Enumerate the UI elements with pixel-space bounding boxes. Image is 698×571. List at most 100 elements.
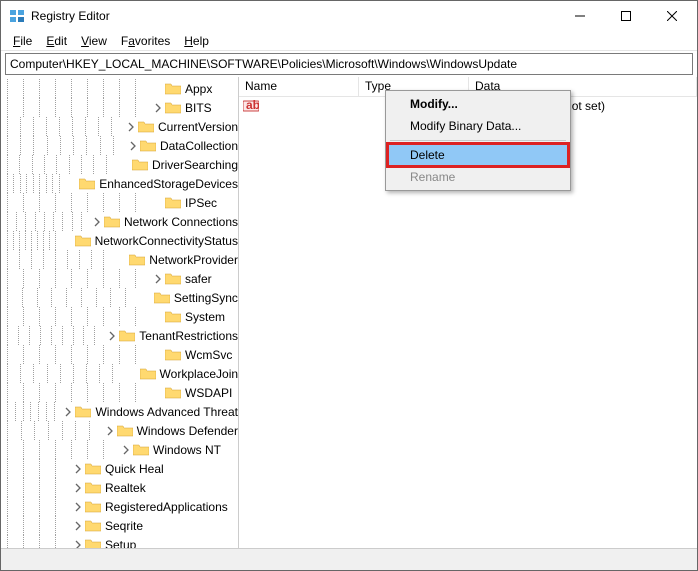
- tree-label: EnhancedStorageDevices: [99, 177, 238, 191]
- chevron-right-icon[interactable]: [119, 443, 133, 457]
- expander-empty: [151, 196, 165, 210]
- chevron-right-icon[interactable]: [71, 538, 85, 549]
- tree-item[interactable]: TenantRestrictions: [1, 326, 238, 345]
- cm-rename[interactable]: Rename: [388, 166, 568, 188]
- tree-pane[interactable]: AppxBITSCurrentVersionDataCollection Driv…: [1, 77, 239, 548]
- close-button[interactable]: [649, 1, 695, 31]
- tree-label: Windows NT: [153, 443, 221, 457]
- folder-icon: [129, 253, 145, 267]
- menu-help[interactable]: Help: [178, 33, 215, 49]
- folder-icon: [85, 519, 101, 533]
- folder-icon: [117, 424, 133, 438]
- expander-empty: [65, 177, 79, 191]
- menu-file[interactable]: File: [7, 33, 38, 49]
- expander-empty: [118, 158, 132, 172]
- tree-item[interactable]: CurrentVersion: [1, 117, 238, 136]
- tree-item[interactable]: Windows NT: [1, 440, 238, 459]
- tree-item[interactable]: DataCollection: [1, 136, 238, 155]
- tree-item[interactable]: EnhancedStorageDevices: [1, 174, 238, 193]
- col-name[interactable]: Name: [239, 77, 359, 96]
- tree-item[interactable]: Realtek: [1, 478, 238, 497]
- address-bar[interactable]: Computer\HKEY_LOCAL_MACHINE\SOFTWARE\Pol…: [5, 53, 693, 75]
- minimize-button[interactable]: [557, 1, 603, 31]
- folder-icon: [85, 500, 101, 514]
- menu-favorites[interactable]: Favorites: [115, 33, 176, 49]
- tree-item[interactable]: Windows Advanced Threat: [1, 402, 238, 421]
- tree-item[interactable]: WSDAPI: [1, 383, 238, 402]
- folder-icon: [132, 158, 148, 172]
- chevron-right-icon[interactable]: [90, 215, 104, 229]
- tree-item[interactable]: Seqrite: [1, 516, 238, 535]
- tree-item[interactable]: Network Connections: [1, 212, 238, 231]
- cm-delete[interactable]: Delete: [388, 144, 568, 166]
- tree-item[interactable]: RegisteredApplications: [1, 497, 238, 516]
- chevron-right-icon[interactable]: [105, 329, 119, 343]
- tree-label: Windows Advanced Threat: [95, 405, 238, 419]
- chevron-right-icon[interactable]: [71, 519, 85, 533]
- folder-icon: [165, 101, 181, 115]
- folder-icon: [119, 329, 135, 343]
- chevron-right-icon[interactable]: [71, 500, 85, 514]
- tree-item[interactable]: NetworkConnectivityStatus: [1, 231, 238, 250]
- folder-icon: [165, 196, 181, 210]
- expander-empty: [126, 367, 140, 381]
- folder-icon: [165, 310, 181, 324]
- folder-icon: [165, 348, 181, 362]
- expander-empty: [151, 348, 165, 362]
- tree-label: WorkplaceJoin: [160, 367, 238, 381]
- tree-item[interactable]: BITS: [1, 98, 238, 117]
- tree-item[interactable]: WorkplaceJoin: [1, 364, 238, 383]
- expander-empty: [151, 386, 165, 400]
- cm-modify-binary[interactable]: Modify Binary Data...: [388, 115, 568, 137]
- tree-item[interactable]: Appx: [1, 79, 238, 98]
- cm-modify[interactable]: Modify...: [388, 93, 568, 115]
- tree-label: SettingSync: [174, 291, 238, 305]
- tree-label: Realtek: [105, 481, 146, 495]
- menubar: File Edit View Favorites Help: [1, 31, 697, 51]
- window-title: Registry Editor: [31, 9, 557, 23]
- chevron-right-icon[interactable]: [151, 101, 165, 115]
- tree-label: Quick Heal: [105, 462, 164, 476]
- titlebar[interactable]: Registry Editor: [1, 1, 697, 31]
- tree-item[interactable]: Quick Heal: [1, 459, 238, 478]
- tree-label: WcmSvc: [185, 348, 232, 362]
- tree-item[interactable]: WcmSvc: [1, 345, 238, 364]
- folder-icon: [154, 291, 170, 305]
- folder-icon: [104, 215, 120, 229]
- status-bar: [1, 548, 697, 570]
- chevron-right-icon[interactable]: [126, 139, 140, 153]
- folder-icon: [138, 120, 154, 134]
- tree-item[interactable]: Setup: [1, 535, 238, 548]
- tree-label: DriverSearching: [152, 158, 238, 172]
- tree-label: Setup: [105, 538, 136, 549]
- chevron-right-icon[interactable]: [103, 424, 117, 438]
- tree-item[interactable]: safer: [1, 269, 238, 288]
- expander-empty: [140, 291, 154, 305]
- folder-icon: [165, 82, 181, 96]
- tree-item[interactable]: DriverSearching: [1, 155, 238, 174]
- folder-icon: [165, 386, 181, 400]
- content-body: AppxBITSCurrentVersionDataCollection Driv…: [1, 77, 697, 548]
- chevron-right-icon[interactable]: [71, 481, 85, 495]
- folder-icon: [140, 367, 156, 381]
- tree-label: TenantRestrictions: [139, 329, 238, 343]
- chevron-right-icon[interactable]: [61, 405, 75, 419]
- folder-icon: [165, 272, 181, 286]
- tree-item[interactable]: SettingSync: [1, 288, 238, 307]
- menu-edit[interactable]: Edit: [40, 33, 73, 49]
- chevron-right-icon[interactable]: [71, 462, 85, 476]
- folder-icon: [75, 234, 91, 248]
- registry-editor-window: Registry Editor File Edit View Favorites…: [0, 0, 698, 571]
- folder-icon: [133, 443, 149, 457]
- folder-icon: [79, 177, 95, 191]
- tree-item[interactable]: NetworkProvider: [1, 250, 238, 269]
- chevron-right-icon[interactable]: [124, 120, 138, 134]
- tree-item[interactable]: IPSec: [1, 193, 238, 212]
- tree-item[interactable]: System: [1, 307, 238, 326]
- chevron-right-icon[interactable]: [151, 272, 165, 286]
- tree-label: RegisteredApplications: [105, 500, 228, 514]
- tree-item[interactable]: Windows Defender: [1, 421, 238, 440]
- menu-view[interactable]: View: [75, 33, 113, 49]
- maximize-button[interactable]: [603, 1, 649, 31]
- svg-text:ab: ab: [246, 99, 259, 112]
